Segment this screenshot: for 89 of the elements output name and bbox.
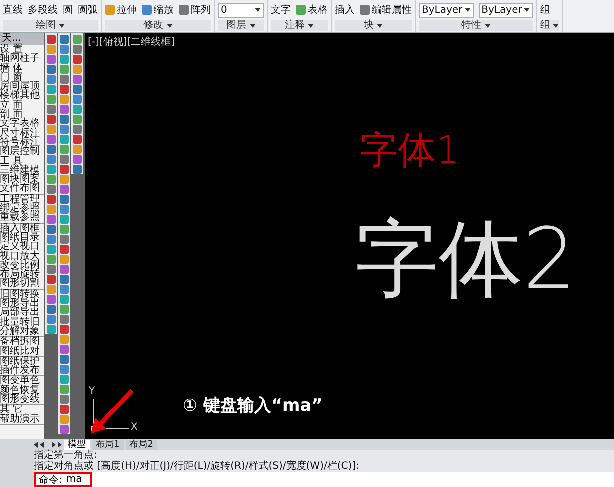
menu-item[interactable]: 门 窗 <box>0 72 44 82</box>
tool-icon[interactable] <box>360 5 370 15</box>
menu-item[interactable]: 楼梯其他 <box>0 91 44 101</box>
menu-item[interactable]: 文字表格 <box>0 119 44 129</box>
annotation-text: ① 键盘输入“ma” <box>183 395 323 417</box>
panel-title[interactable]: 修改 <box>144 20 164 31</box>
tool-icon[interactable] <box>179 5 189 15</box>
dropdown-field[interactable]: ByLayer <box>478 2 534 18</box>
ribbon-button[interactable]: 圆弧 <box>78 3 98 17</box>
menu-item[interactable]: 房间屋顶 <box>0 82 44 92</box>
menu-item[interactable]: 图层控制 <box>0 147 44 157</box>
tool-icon[interactable] <box>296 5 306 15</box>
menu-item[interactable]: 备档拆图 <box>0 337 44 346</box>
viewport-label[interactable]: [-][俯视][二维线框] <box>88 35 176 49</box>
menu-item[interactable]: 图形变线 <box>0 394 44 404</box>
command-value: ma <box>66 474 82 485</box>
layout-tab[interactable]: 布局1 <box>92 440 124 450</box>
menu-item[interactable]: 设 置 <box>0 45 44 54</box>
caret-icon <box>59 24 65 28</box>
caret-icon <box>377 24 383 28</box>
panel-title[interactable]: 特性 <box>462 20 482 31</box>
menu-item[interactable]: 图纸保护 <box>0 356 44 366</box>
ribbon-button[interactable]: 编辑属性 <box>360 3 412 17</box>
tool-icon[interactable] <box>142 5 152 15</box>
axis-label: Y <box>89 386 96 397</box>
menu-item[interactable]: 尺寸标注 <box>0 128 44 138</box>
command-history-line: 指定第一角点: <box>34 450 98 461</box>
menu-item[interactable]: 轴网柱子 <box>0 54 44 64</box>
menu-item[interactable]: 批量转旧 <box>0 318 44 327</box>
menu-item[interactable]: 工 具 <box>0 156 44 166</box>
menu-item[interactable]: 图形切割 <box>0 279 44 289</box>
menu-item[interactable]: 墙 体 <box>0 64 44 73</box>
menu-item[interactable]: 局部导出 <box>0 308 44 318</box>
ribbon-button[interactable]: 插入 <box>335 3 355 17</box>
ribbon-button[interactable]: 圆 <box>63 3 73 17</box>
menu-item[interactable]: 帮助演示 <box>0 414 44 424</box>
menu-item[interactable]: 图形导出 <box>0 299 44 308</box>
menu-item[interactable]: 立 面 <box>0 100 44 110</box>
ribbon-button[interactable]: 组 <box>540 3 550 17</box>
command-input[interactable]: 命令: ma <box>34 472 614 487</box>
dropdown-field[interactable]: ByLayer <box>419 2 474 18</box>
layout-tab[interactable]: 模型 <box>64 440 90 450</box>
menu-item[interactable]: 旧图转换 <box>0 290 44 300</box>
tab-scroll-arrows-icon[interactable] <box>34 442 62 448</box>
ribbon-button[interactable]: 表格 <box>296 3 328 17</box>
layout-tab[interactable]: 布局2 <box>126 440 158 450</box>
ribbon-button[interactable]: 拉伸 <box>105 3 137 17</box>
caret-icon <box>484 24 491 28</box>
ribbon-button[interactable]: 阵列 <box>179 3 211 17</box>
caret-icon <box>553 24 560 28</box>
menu-item[interactable]: 颜色恢复 <box>0 386 44 395</box>
caret-icon <box>524 8 530 12</box>
menu-item[interactable]: 改变比例 <box>0 260 44 270</box>
drawing-text: 字体1 <box>360 127 460 174</box>
command-prompt: 命令: <box>39 474 62 486</box>
menu-item[interactable]: 三维建模 <box>0 166 44 176</box>
caret-icon <box>464 8 471 12</box>
panel-title[interactable]: 块 <box>364 20 374 31</box>
menu-item[interactable]: 图纸比对 <box>0 346 44 356</box>
ribbon-button[interactable]: 直线 <box>3 3 23 17</box>
menu-item[interactable]: 重载参照 <box>0 213 44 223</box>
menu-item[interactable]: 插件发布 <box>0 366 44 376</box>
menu-item[interactable]: 文件布图 <box>0 184 44 194</box>
ucs-axes-icon <box>91 397 131 433</box>
menu-item[interactable]: 绑定参照 <box>0 204 44 214</box>
tool-icon[interactable] <box>105 5 115 15</box>
menu-item[interactable]: 其 它 <box>0 405 44 415</box>
ribbon-button[interactable]: 文字 <box>271 3 291 17</box>
menu-item[interactable]: 符号标注 <box>0 138 44 148</box>
menu-item[interactable]: 图块图案 <box>0 175 44 184</box>
menu-item[interactable]: 分解对象 <box>0 326 44 336</box>
drawing-text: 字体2 <box>355 209 576 310</box>
menu-item[interactable]: 图纸目录 <box>0 232 44 242</box>
menu-item[interactable]: 定义视口 <box>0 242 44 252</box>
ribbon-button[interactable]: 缩放 <box>142 3 174 17</box>
axis-label: X <box>131 422 138 433</box>
highlight-frame <box>34 472 92 487</box>
command-history-line: 指定对角点或 [高度(H)/对正(J)/行距(L)/旋转(R)/样式(S)/宽度(W)/栏(C)]: <box>34 461 360 472</box>
caret-icon <box>308 24 314 28</box>
menu-item[interactable]: 插入图框 <box>0 224 44 233</box>
caret-icon <box>250 24 256 28</box>
palette-title: 天... <box>0 33 44 45</box>
ribbon-button[interactable]: 多段线 <box>28 3 58 17</box>
menu-item[interactable]: 布局旋转 <box>0 270 44 280</box>
caret-icon <box>255 8 261 12</box>
caret-icon <box>166 24 172 28</box>
menu-item[interactable]: 图变单色 <box>0 376 44 386</box>
menu-item[interactable]: 视口放大 <box>0 252 44 261</box>
dropdown-field[interactable]: 0 <box>218 2 264 18</box>
